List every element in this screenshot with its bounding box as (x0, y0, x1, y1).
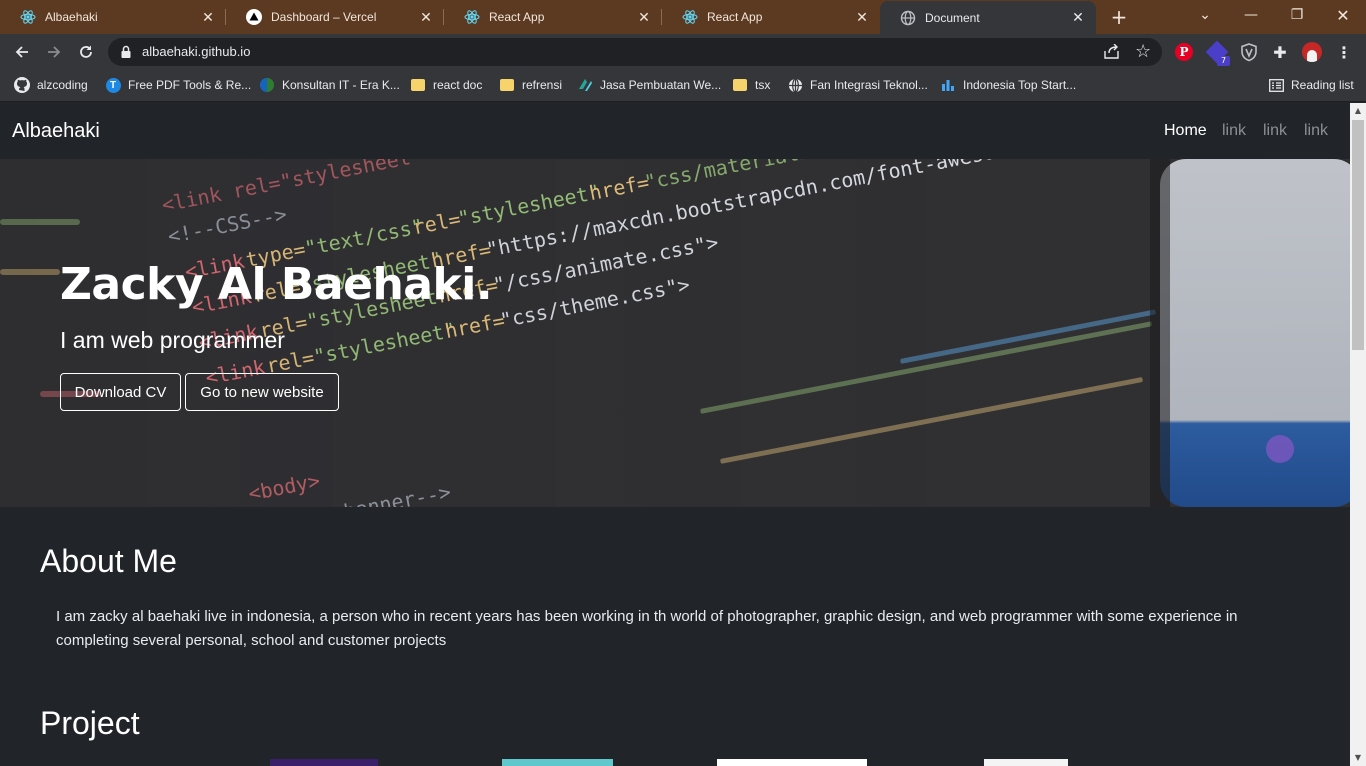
bookmark-label: react doc (433, 78, 483, 92)
shield-icon[interactable] (1239, 42, 1259, 62)
close-icon[interactable]: ✕ (1070, 9, 1086, 26)
scrollbar-thumb[interactable] (1352, 120, 1364, 350)
restore-icon[interactable]: ❐ (1274, 0, 1320, 30)
scroll-up-arrow-icon[interactable]: ▲ (1350, 104, 1366, 118)
close-icon[interactable]: ✕ (854, 9, 870, 25)
pdf-tools-icon: T (105, 77, 121, 93)
tab-label: Albaehaki (45, 10, 98, 24)
tab-react-app[interactable]: React App ✕ (444, 0, 662, 34)
reading-list-button[interactable]: Reading list (1268, 76, 1354, 94)
tab-albaehaki[interactable]: Albaehaki ✕ (0, 0, 226, 34)
close-icon[interactable]: ✕ (200, 9, 216, 25)
tab-label: React App (707, 10, 763, 24)
globe-icon (787, 77, 803, 93)
share-icon[interactable] (1103, 44, 1120, 60)
folder-icon (732, 77, 748, 93)
nav-link-2[interactable]: link (1263, 122, 1287, 140)
address-bar[interactable] (108, 38, 1162, 66)
tab-label: Document (925, 10, 980, 25)
extension-badge: 7 (1217, 56, 1230, 66)
bookmark-label: Jasa Pembuatan We... (600, 78, 722, 92)
bookmark-label: Konsultan IT - Era K... (282, 78, 400, 92)
project-thumbnail-1[interactable] (270, 759, 378, 766)
minimize-icon[interactable]: — (1228, 0, 1274, 30)
scroll-down-arrow-icon[interactable]: ▼ (1350, 751, 1366, 765)
folder-icon (410, 77, 426, 93)
tab-document[interactable]: Document ✕ (880, 1, 1096, 34)
menu-kebab-icon[interactable]: ⋮ (1334, 42, 1354, 62)
globe-icon (259, 77, 275, 93)
project-thumbnail-2[interactable] (502, 759, 613, 766)
bar-chart-icon (940, 77, 956, 93)
close-icon[interactable]: ✕ (418, 9, 434, 25)
back-icon[interactable] (9, 39, 35, 65)
pinterest-icon[interactable]: P (1174, 42, 1194, 62)
tab-strip: Albaehaki ✕ Dashboard – Vercel ✕ React A… (0, 0, 1366, 34)
download-cv-button[interactable]: Download CV (60, 373, 181, 411)
new-tab-button[interactable]: + (1108, 7, 1130, 27)
tab-react-app-2[interactable]: React App ✕ (662, 0, 880, 34)
hero-banner: <link rel="stylesheet" href="css/materia… (0, 159, 1350, 507)
reading-list-label: Reading list (1291, 78, 1354, 92)
bookmark-fan-integrasi[interactable]: Fan Integrasi Teknol... (787, 76, 928, 94)
react-icon (20, 10, 36, 24)
hero-title: Zacky Al Baehaki. (60, 259, 493, 310)
hero-subtitle: I am web programmer (60, 327, 285, 353)
bookmark-label: alzcoding (37, 78, 88, 92)
tab-label: React App (489, 10, 545, 24)
site-navbar: Albaehaki Home link link link (0, 103, 1350, 159)
bookmark-alzcoding[interactable]: alzcoding (14, 76, 88, 94)
about-paragraph: I am zacky al baehaki live in indonesia,… (56, 608, 1238, 649)
globe-icon (900, 10, 916, 25)
bookmark-react-doc[interactable]: react doc (410, 76, 482, 94)
project-heading: Project (40, 705, 140, 741)
close-icon[interactable]: ✕ (636, 9, 652, 25)
bookmark-star-icon[interactable]: ☆ (1135, 41, 1151, 62)
site-icon (577, 77, 593, 93)
new-website-button[interactable]: Go to new website (185, 373, 339, 411)
react-icon (464, 10, 480, 24)
url-text[interactable]: albaehaki.github.io (142, 44, 250, 59)
about-heading: About Me (40, 543, 177, 579)
bookmark-label: tsx (755, 78, 771, 92)
page-viewport: Albaehaki Home link link link Zacky Al B… (0, 103, 1350, 766)
tab-vercel-dashboard[interactable]: Dashboard – Vercel ✕ (226, 0, 444, 34)
avatar[interactable] (1302, 42, 1322, 62)
project-thumbnail-4[interactable] (984, 759, 1068, 766)
vercel-icon (246, 9, 262, 25)
bookmark-label: Indonesia Top Start... (963, 78, 1077, 92)
tab-label: Dashboard – Vercel (271, 10, 377, 24)
nav-link-3[interactable]: link (1304, 122, 1328, 140)
project-thumbnail-3[interactable] (717, 759, 867, 766)
tab-search-chevron-icon[interactable]: ⌄ (1182, 0, 1228, 30)
lock-icon[interactable] (120, 45, 132, 59)
bookmark-tsx[interactable]: tsx (732, 76, 770, 94)
bookmark-label: refrensi (522, 78, 563, 92)
bookmark-free-pdf-tools[interactable]: T Free PDF Tools & Re... (105, 76, 251, 94)
bookmark-label: Fan Integrasi Teknol... (810, 78, 928, 92)
folder-icon (499, 77, 515, 93)
bookmark-refrensi[interactable]: refrensi (499, 76, 562, 94)
site-brand[interactable]: Albaehaki (12, 120, 100, 143)
github-icon (14, 77, 30, 93)
react-icon (682, 10, 698, 24)
bookmark-jasa-pembuatan[interactable]: Jasa Pembuatan We... (577, 76, 721, 94)
bookmark-konsultan-it[interactable]: Konsultan IT - Era K... (259, 76, 400, 94)
reload-icon[interactable] (73, 39, 99, 65)
close-window-icon[interactable]: ✕ (1320, 0, 1366, 30)
forward-icon[interactable] (41, 39, 67, 65)
bookmark-indonesia-top-start[interactable]: Indonesia Top Start... (940, 76, 1076, 94)
nav-link-home[interactable]: Home (1164, 122, 1207, 140)
nav-link-1[interactable]: link (1222, 122, 1246, 140)
puzzle-icon[interactable]: ✚ (1270, 42, 1290, 62)
bookmark-label: Free PDF Tools & Re... (128, 78, 252, 92)
reading-list-icon (1268, 77, 1284, 93)
